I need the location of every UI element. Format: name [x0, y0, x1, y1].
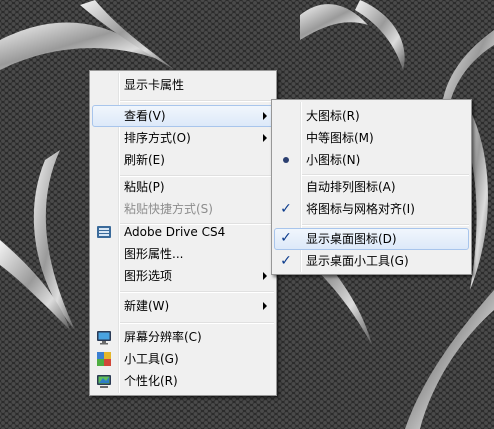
- adobe-drive-icon: [97, 226, 111, 238]
- menu-item-screen-resolution[interactable]: 屏幕分辨率(C): [92, 326, 274, 348]
- submenu-arrow-icon: [263, 134, 267, 142]
- submenu-item-show-desktop-gadgets[interactable]: ✓ 显示桌面小工具(G): [274, 250, 469, 272]
- view-submenu: 大图标(R) 中等图标(M) 小图标(N) 自动排列图标(A) ✓ 将图标与网格…: [271, 99, 472, 275]
- menu-item-graphics-properties[interactable]: 图形属性...: [92, 243, 274, 265]
- menu-item-gadgets[interactable]: 小工具(G): [92, 348, 274, 370]
- submenu-item-align-to-grid[interactable]: ✓ 将图标与网格对齐(I): [274, 198, 469, 220]
- submenu-item-large-icons[interactable]: 大图标(R): [274, 105, 469, 127]
- checkmark-icon: ✓: [280, 253, 292, 269]
- menu-separator: [120, 100, 274, 102]
- menu-item-paste[interactable]: 粘贴(P): [92, 176, 274, 198]
- radio-bullet-icon: [283, 157, 289, 163]
- menu-separator: [120, 291, 274, 293]
- menu-separator: [302, 224, 469, 226]
- submenu-arrow-icon: [263, 302, 267, 310]
- menu-item-refresh[interactable]: 刷新(E): [92, 149, 274, 171]
- gadgets-icon: [97, 352, 111, 366]
- checkmark-icon: ✓: [280, 201, 292, 217]
- submenu-item-auto-arrange[interactable]: 自动排列图标(A): [274, 176, 469, 198]
- personalize-icon: [97, 375, 111, 388]
- menu-item-paste-shortcut: 粘贴快捷方式(S): [124, 202, 213, 216]
- menu-item-display-properties[interactable]: 显示卡属性: [92, 74, 274, 96]
- menu-item-adobe-drive[interactable]: Adobe Drive CS4: [92, 221, 274, 243]
- menu-item-new[interactable]: 新建(W): [92, 295, 274, 317]
- menu-item-view[interactable]: 查看(V): [92, 105, 274, 127]
- menu-item-sort-by[interactable]: 排序方式(O): [92, 127, 274, 149]
- submenu-item-show-desktop-icons[interactable]: ✓ 显示桌面图标(D): [274, 228, 469, 250]
- menu-item-graphics-options[interactable]: 图形选项: [92, 265, 274, 287]
- submenu-item-small-icons[interactable]: 小图标(N): [274, 149, 469, 171]
- submenu-arrow-icon: [263, 272, 267, 280]
- submenu-arrow-icon: [263, 112, 267, 120]
- desktop-context-menu: 显示卡属性 查看(V) 排序方式(O) 刷新(E) 粘贴(P) 粘贴快捷方式(S…: [89, 70, 277, 396]
- submenu-item-medium-icons[interactable]: 中等图标(M): [274, 127, 469, 149]
- monitor-icon: [97, 331, 111, 345]
- menu-item-personalize[interactable]: 个性化(R): [92, 370, 274, 392]
- checkmark-icon: ✓: [280, 230, 292, 246]
- menu-separator: [120, 322, 274, 324]
